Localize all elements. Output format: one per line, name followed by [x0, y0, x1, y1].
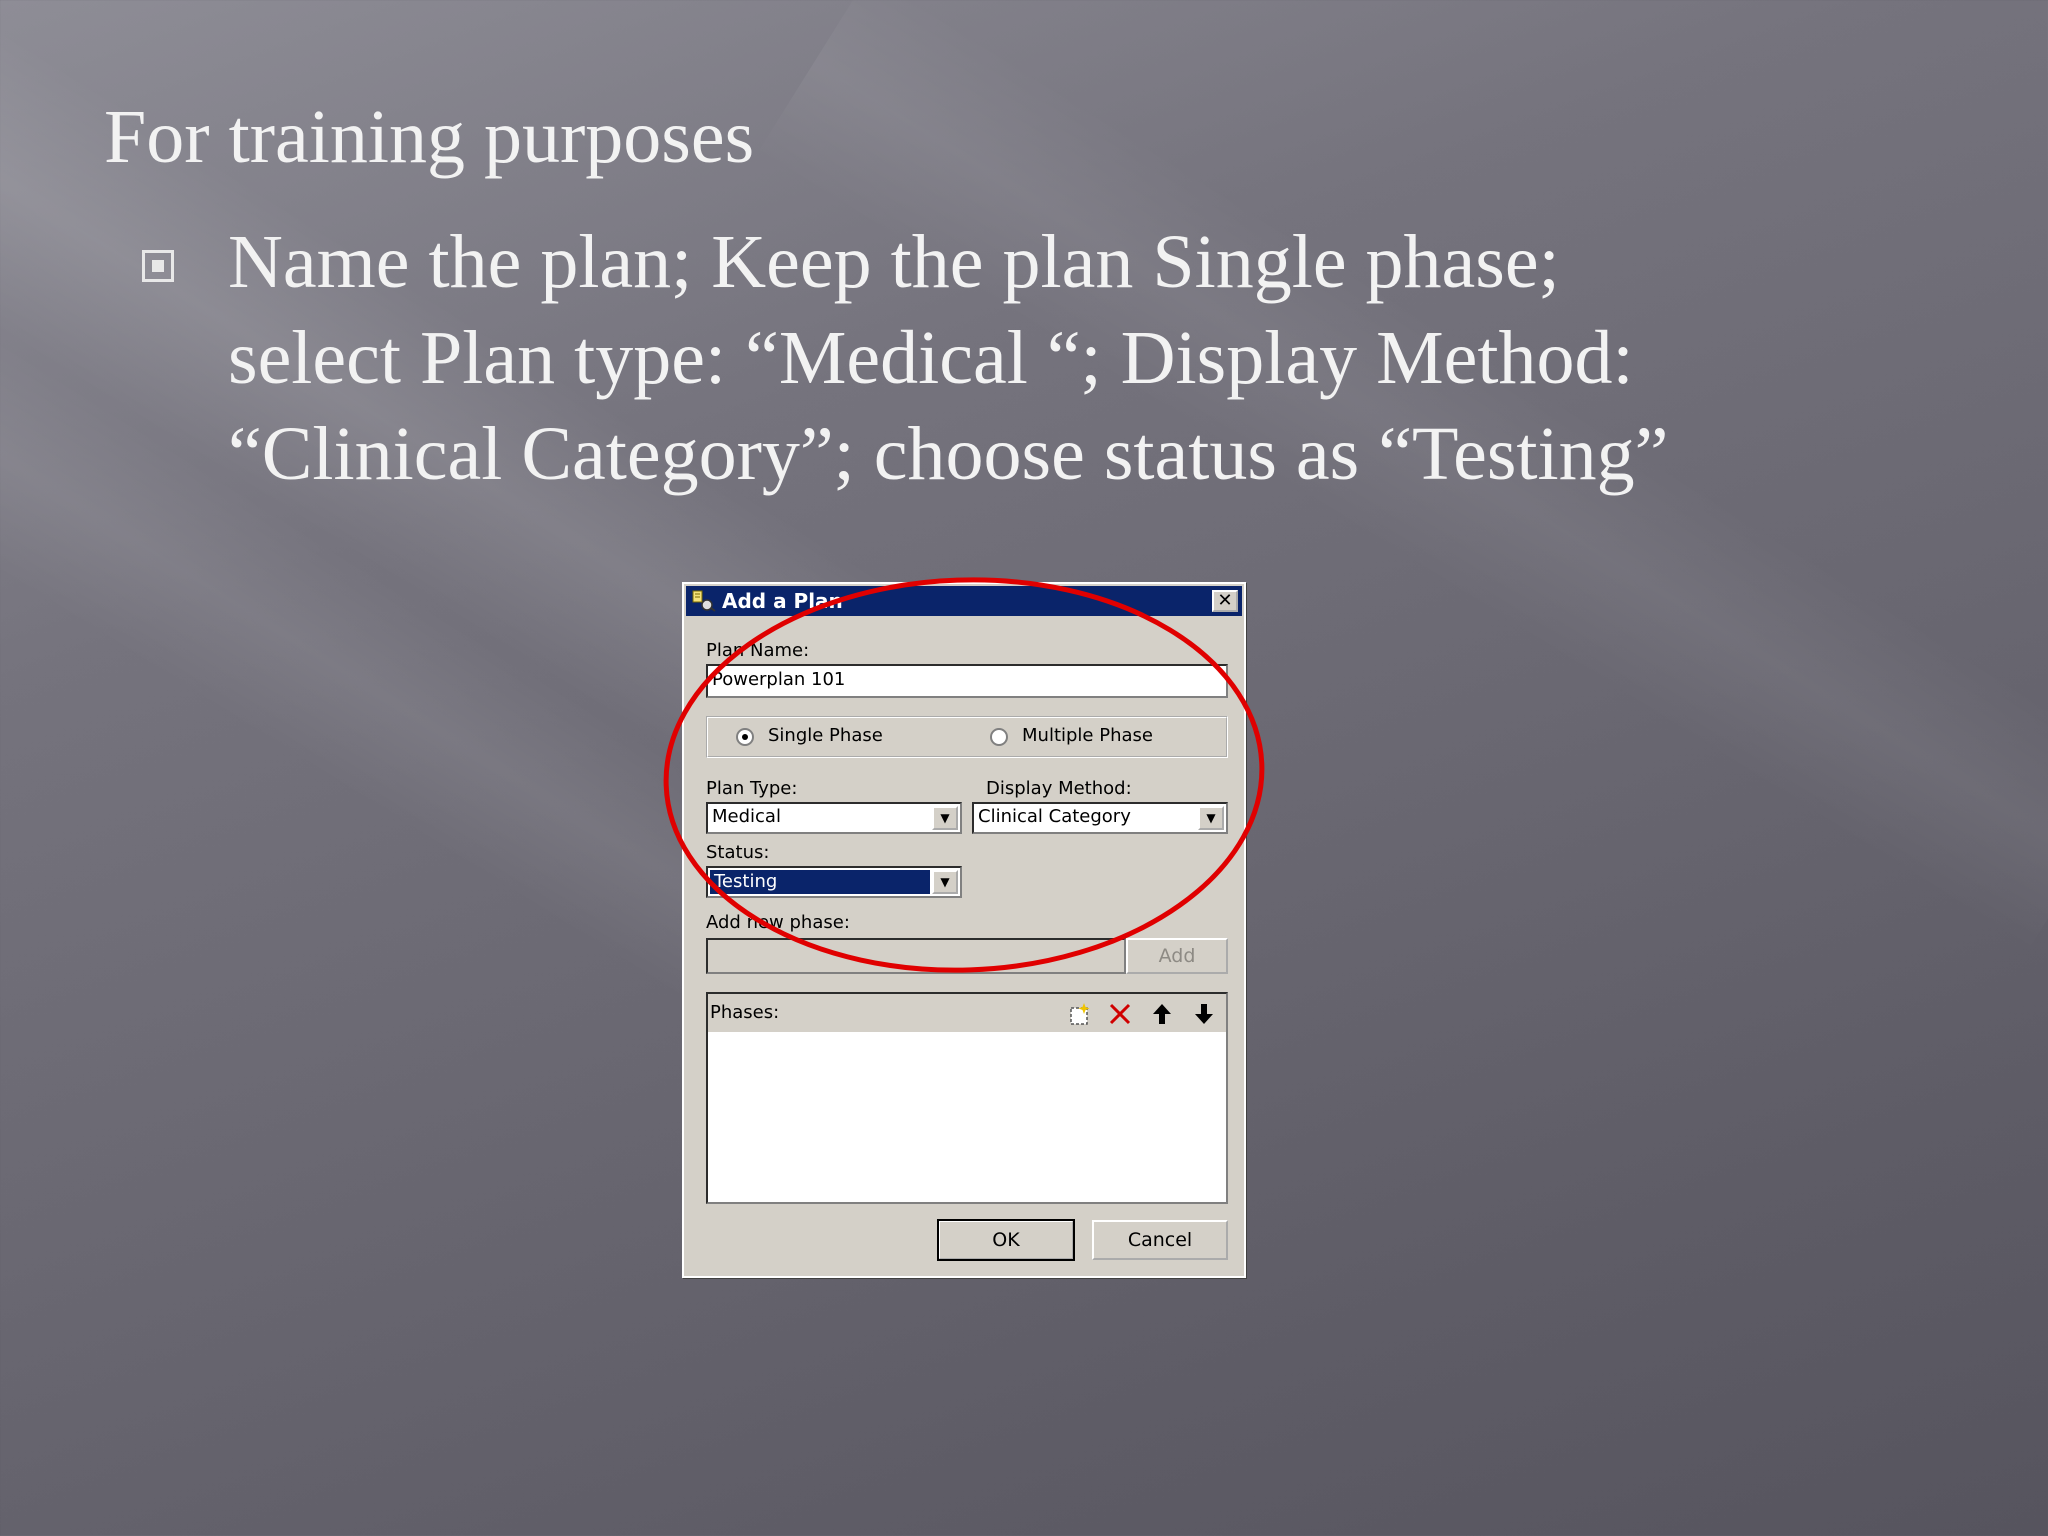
status-value: Testing	[710, 870, 930, 894]
plan-name-label: Plan Name:	[706, 640, 810, 661]
plan-name-input[interactable]: Powerplan 101	[706, 664, 1228, 698]
single-phase-radio[interactable]	[736, 728, 754, 746]
close-icon: ✕	[1217, 590, 1233, 611]
bullet-line: “Clinical Category”; choose status as “T…	[228, 412, 1669, 496]
phase-mode-group: Single Phase Multiple Phase	[706, 716, 1228, 758]
display-method-label: Display Method:	[986, 778, 1132, 799]
close-button[interactable]: ✕	[1212, 590, 1238, 612]
bullet-square-icon	[142, 250, 174, 282]
delete-icon[interactable]	[1106, 1000, 1134, 1028]
app-icon	[692, 590, 716, 612]
display-method-value: Clinical Category	[978, 806, 1131, 827]
bullet-line: select Plan type: “Medical “; Display Me…	[228, 316, 1634, 400]
add-phase-button[interactable]: Add	[1126, 938, 1228, 974]
bullet-text: Name the plan; Keep the plan Single phas…	[228, 214, 2028, 502]
chevron-down-icon[interactable]: ▼	[932, 806, 958, 830]
add-plan-dialog: Add a Plan ✕ Plan Name: Powerplan 101 Si…	[682, 582, 1246, 1278]
chevron-down-icon[interactable]: ▼	[1198, 806, 1224, 830]
add-phase-label: Add new phase:	[706, 912, 850, 933]
slide-title: For training purposes	[104, 95, 755, 179]
multiple-phase-label[interactable]: Multiple Phase	[1022, 725, 1153, 746]
phases-list[interactable]: Phases:	[706, 992, 1228, 1204]
multiple-phase-radio[interactable]	[990, 728, 1008, 746]
status-label: Status:	[706, 842, 770, 863]
bullet-line: Name the plan; Keep the plan Single phas…	[228, 220, 1560, 304]
plan-type-value: Medical	[712, 806, 781, 827]
new-phase-icon[interactable]	[1066, 1000, 1094, 1028]
move-up-icon[interactable]	[1148, 1000, 1176, 1028]
move-down-icon[interactable]	[1190, 1000, 1218, 1028]
plan-type-select[interactable]: Medical ▼	[706, 802, 962, 834]
plan-type-label: Plan Type:	[706, 778, 798, 799]
status-select[interactable]: Testing ▼	[706, 866, 962, 898]
phases-label: Phases:	[710, 1002, 780, 1023]
ok-button[interactable]: OK	[937, 1219, 1075, 1261]
single-phase-label[interactable]: Single Phase	[768, 725, 883, 746]
chevron-down-icon[interactable]: ▼	[932, 870, 958, 894]
display-method-select[interactable]: Clinical Category ▼	[972, 802, 1228, 834]
dialog-title: Add a Plan	[722, 589, 843, 613]
cancel-button[interactable]: Cancel	[1092, 1220, 1228, 1260]
dialog-titlebar[interactable]: Add a Plan ✕	[686, 586, 1242, 616]
add-phase-input[interactable]	[706, 938, 1126, 974]
phases-toolbar: Phases:	[708, 994, 1226, 1032]
